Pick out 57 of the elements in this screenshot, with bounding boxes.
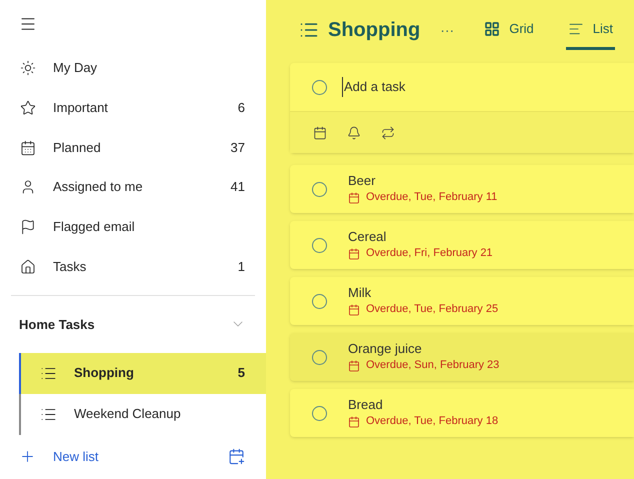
calendar-icon [348,192,360,204]
due-date: Overdue, Fri, February 21 [366,246,493,261]
nav-item[interactable]: Tasks 1 [0,246,266,286]
calendar-icon [348,360,360,372]
nav-item[interactable]: Important 6 [0,88,266,128]
due-date: Overdue, Tue, February 11 [366,190,498,205]
calendar-icon [348,248,360,260]
grid-icon [484,20,500,36]
task-card[interactable]: Bread Overdue, Tue, February 18 [290,389,634,437]
task-checkbox[interactable] [312,182,327,196]
group-header[interactable]: Home Tasks [0,296,266,353]
due-date: Overdue, Tue, February 25 [366,302,498,317]
nav-count: 41 [230,178,245,196]
sun-icon [20,60,36,76]
task-card[interactable]: Beer Overdue, Tue, February 11 [290,165,634,213]
task-checkbox[interactable] [312,238,327,252]
flag-icon [20,218,36,235]
nav-count: 37 [230,138,245,157]
calendar-icon [20,140,36,156]
task-checkbox[interactable] [312,350,327,364]
nav-item[interactable]: Planned 37 [0,128,266,168]
view-tab[interactable]: List [566,10,615,50]
task-card[interactable]: Orange juice Overdue, Sun, February 23 [290,333,634,381]
list-count: 5 [238,364,245,382]
task-checkbox[interactable] [312,294,327,308]
bell-icon[interactable] [347,126,361,140]
nav-item[interactable]: Assigned to me 41 [0,167,266,208]
repeat-icon[interactable] [381,126,395,140]
due-date: Overdue, Tue, February 18 [366,414,498,429]
list-title: Shopping [328,18,420,43]
task-checkbox[interactable] [312,406,327,420]
task-title: Beer [348,173,376,189]
calendar-icon[interactable] [313,126,327,140]
task-title: Milk [348,285,372,301]
house-icon [20,258,36,275]
new-list-link[interactable]: New list [53,447,228,467]
more-button[interactable]: ··· [440,20,454,40]
task-title: Cereal [348,229,388,245]
add-task-field[interactable]: Add a task [342,77,634,97]
person-icon [20,179,36,196]
star-icon [20,100,36,116]
task-checkbox[interactable] [312,80,327,94]
list-item[interactable]: Shopping 5 [19,352,266,394]
task-title: Bread [348,397,384,413]
calendar-icon [348,304,360,316]
task-card[interactable]: Milk Overdue, Tue, February 25 [290,277,634,325]
nav-item[interactable]: My Day [0,48,266,88]
task-title: Orange juice [348,341,423,357]
nav-item[interactable]: Flagged email [0,207,266,247]
task-card[interactable]: Cereal Overdue, Fri, February 21 [290,221,634,269]
due-date: Overdue, Sun, February 23 [366,358,500,373]
nav-count: 1 [238,258,245,276]
list-item[interactable]: Weekend Cleanup [19,394,266,435]
calendar-icon [348,416,360,428]
view-tab[interactable]: Grid [482,10,536,50]
new-group-icon[interactable] [228,448,245,466]
nav-count: 6 [238,99,245,118]
